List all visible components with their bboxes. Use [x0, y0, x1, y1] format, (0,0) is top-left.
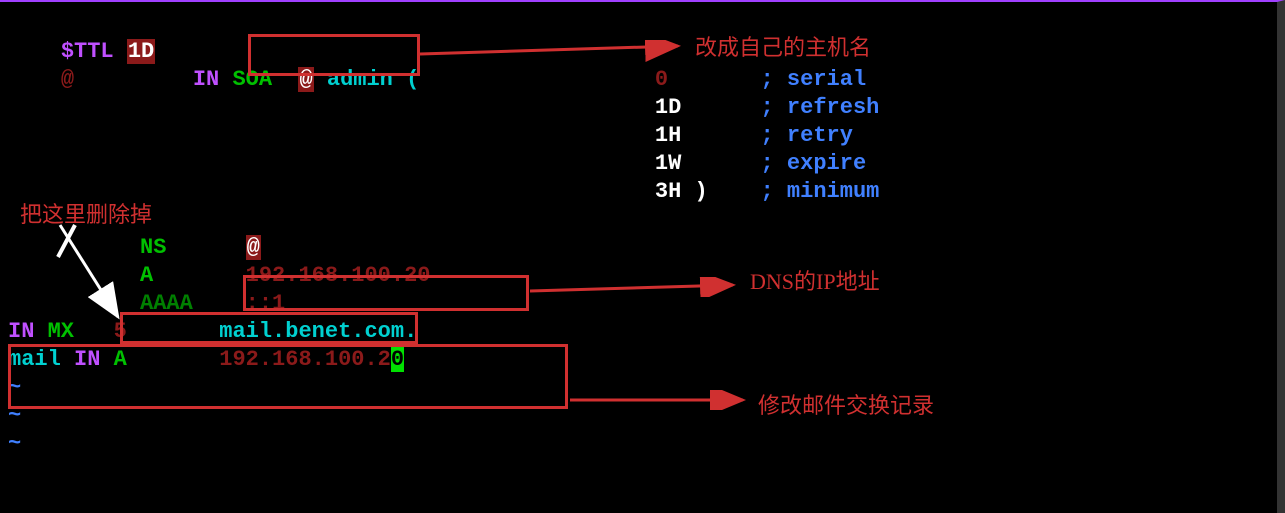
mail-type: A: [114, 347, 127, 372]
minimum-value: 3H ): [655, 179, 708, 204]
zone-line-expire: 1W ; expire: [8, 150, 1269, 178]
aaaa-type: AAAA: [140, 291, 193, 316]
annotation-mail-record: 修改邮件交换记录: [758, 388, 934, 420]
zone-line-minimum: 3H ) ; minimum: [8, 178, 1269, 206]
vim-tilde: ~: [8, 430, 1269, 458]
zone-line-a: A 192.168.100.20: [8, 262, 1269, 290]
serial-value: 0: [655, 67, 681, 92]
mail-ip-prefix: 192.168.100.2: [219, 347, 391, 372]
blank-line: [8, 206, 1269, 234]
ttl-value: 1D: [127, 39, 155, 64]
mx-host: mail.benet.com.: [219, 319, 417, 344]
expire-comment: ; expire: [761, 151, 867, 176]
retry-comment: ; retry: [761, 123, 853, 148]
zone-line-ttl: $TTL 1D: [8, 10, 1269, 38]
zone-line-mx: IN MX 5 mail.benet.com.: [8, 318, 1269, 346]
vim-tilde: ~: [8, 374, 1269, 402]
ns-type: NS: [140, 235, 166, 260]
zone-line-aaaa: AAAA ::1: [8, 290, 1269, 318]
annotation-dns-ip: DNS的IP地址: [750, 264, 880, 296]
a-type: A: [140, 263, 153, 288]
serial-comment: ; serial: [761, 67, 867, 92]
expire-value: 1W: [655, 151, 681, 176]
zone-line-ns: NS @: [8, 234, 1269, 262]
retry-value: 1H: [655, 123, 681, 148]
mail-in: IN: [74, 347, 100, 372]
zone-line-retry: 1H ; retry: [8, 122, 1269, 150]
a-ip: 192.168.100.20: [246, 263, 431, 288]
vim-tilde: ~: [8, 402, 1269, 430]
refresh-value: 1D: [655, 95, 681, 120]
terminal-editor[interactable]: $TTL 1D @ IN SOA @ admin ( 0 ; serial 1D…: [0, 2, 1277, 466]
aaaa-ip: ::1: [246, 291, 286, 316]
mx-type: MX: [48, 319, 74, 344]
zone-line-mail: mail IN A 192.168.100.20: [8, 346, 1269, 374]
refresh-comment: ; refresh: [761, 95, 880, 120]
mail-name: mail: [8, 347, 61, 372]
annotation-hostname: 改成自己的主机名: [695, 30, 871, 62]
ns-at: @: [246, 235, 261, 260]
zone-line-serial: 0 ; serial: [8, 66, 1269, 94]
cursor: 0: [391, 347, 404, 372]
mx-in: IN: [8, 319, 34, 344]
ttl-directive: $TTL: [61, 39, 127, 64]
zone-line-refresh: 1D ; refresh: [8, 94, 1269, 122]
mx-pref: 5: [114, 319, 127, 344]
minimum-comment: ; minimum: [761, 179, 880, 204]
annotation-delete: 把这里删除掉: [20, 197, 152, 229]
zone-line-soa: @ IN SOA @ admin (: [8, 38, 1269, 66]
